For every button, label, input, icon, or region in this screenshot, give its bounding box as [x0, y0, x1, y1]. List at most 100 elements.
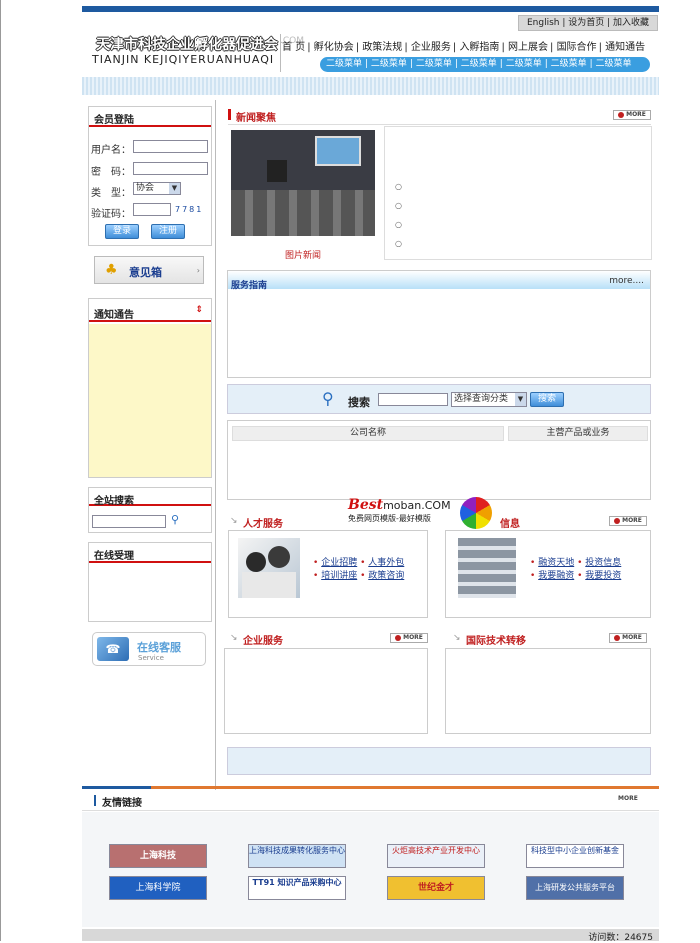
company-search-button[interactable]: 搜索: [530, 392, 564, 407]
links-more-button[interactable]: MORE: [618, 795, 638, 802]
talent-link[interactable]: 政策咨询: [368, 571, 404, 581]
notices-content: [89, 324, 211, 477]
finance-link[interactable]: 投资信息: [585, 558, 621, 568]
link-logo[interactable]: 世纪金才: [387, 876, 485, 900]
finance-photo[interactable]: [458, 538, 516, 598]
nav-item-expo[interactable]: 网上展会: [508, 42, 548, 53]
enterprise-panel: [224, 648, 428, 734]
password-input[interactable]: [133, 162, 208, 175]
link-logo[interactable]: 科技型中小企业创新基金: [526, 844, 624, 868]
type-select[interactable]: 协会 ▼: [133, 182, 181, 195]
news-more-button[interactable]: MORE: [613, 110, 651, 120]
table-header-product: 主营产品或业务: [508, 426, 648, 441]
finance-link[interactable]: 我要融资: [538, 571, 574, 581]
type-label: 类 型：: [91, 188, 131, 199]
more-dot-icon: [614, 634, 621, 641]
nav-item-policy[interactable]: 政策法规: [362, 42, 402, 53]
left-page-edge: [0, 0, 1, 941]
rainbow-circle-icon: [460, 497, 492, 529]
news-divider: [228, 124, 651, 125]
link-logo[interactable]: 上海科技: [109, 844, 207, 868]
subnav-item[interactable]: 二级菜单: [551, 59, 587, 69]
subnav-item[interactable]: 二级菜单: [416, 59, 452, 69]
nav-item-enterprise[interactable]: 企业服务: [411, 42, 451, 53]
link-logo[interactable]: 火炬高技术产业开发中心: [387, 844, 485, 868]
finance-link[interactable]: 融资天地: [538, 558, 574, 568]
subnav-item[interactable]: 二级菜单: [596, 59, 632, 69]
company-search-input[interactable]: [378, 393, 448, 406]
intl-more-button[interactable]: MORE: [609, 633, 647, 643]
login-title: 会员登陆: [94, 115, 134, 126]
site-search-title: 全站搜索: [94, 496, 134, 507]
online-accept-panel: 在线受理: [88, 542, 212, 622]
links-title: 友情链接: [102, 798, 142, 809]
talent-link[interactable]: 培训讲座: [321, 571, 357, 581]
link-logo[interactable]: 上海研发公共服务平台: [526, 876, 624, 900]
nav-item-notice[interactable]: 通知通告: [605, 42, 645, 53]
category-select-value: 选择查询分类: [454, 394, 509, 404]
link-logo[interactable]: 上海科学院: [109, 876, 207, 900]
talent-links: • 企业招聘 • 人事外包 • 培训讲座 • 政策咨询: [313, 555, 423, 581]
news-more-label: MORE: [626, 111, 646, 118]
talent-link[interactable]: 人事外包: [368, 558, 404, 568]
enterprise-more-label: MORE: [403, 634, 423, 641]
link-logo[interactable]: 上海科技成果转化服务中心: [248, 844, 346, 868]
links-title-marker: [94, 795, 96, 806]
nav-item-intl[interactable]: 国际合作: [557, 42, 597, 53]
finance-title: 信息: [500, 519, 520, 530]
bullet-icon: •: [577, 558, 583, 568]
bullet-icon: •: [360, 558, 366, 568]
suggestion-box-label: 意见箱: [129, 266, 162, 279]
bullet-icon: •: [313, 558, 319, 568]
chevron-right-icon: ›: [196, 266, 200, 275]
chevron-down-icon[interactable]: ▼: [515, 393, 526, 406]
captcha-image[interactable]: 7781: [175, 205, 203, 214]
search-icon[interactable]: ⚲: [171, 513, 179, 526]
login-button[interactable]: 登录: [105, 224, 139, 239]
links-divider: [82, 810, 659, 811]
enterprise-more-button[interactable]: MORE: [390, 633, 428, 643]
captcha-input[interactable]: [133, 203, 171, 216]
category-select[interactable]: 选择查询分类 ▼: [451, 392, 527, 407]
nav-item-guide[interactable]: 入孵指南: [459, 42, 499, 53]
arrow-icon: ↘: [230, 516, 238, 526]
watermark-brand1: Best: [348, 497, 384, 513]
finance-link[interactable]: 我要投资: [585, 571, 621, 581]
username-input[interactable]: [133, 140, 208, 153]
register-button[interactable]: 注册: [151, 224, 185, 239]
photo-audience: [231, 190, 375, 236]
type-select-value: 协会: [136, 183, 155, 193]
watermark-logo: Bestmoban.COM 免费网页模版-最好模版: [348, 497, 498, 529]
finance-links: • 融资天地 • 投资信息 • 我要融资 • 我要投资: [530, 555, 646, 581]
site-search-input[interactable]: [92, 515, 166, 528]
service-guide-title: 服务指南: [231, 281, 268, 291]
link-logo[interactable]: TT91 知识产品采购中心: [248, 876, 346, 900]
nav-item-association[interactable]: 孵化协会: [314, 42, 354, 53]
top-bar: [82, 6, 659, 12]
subnav-item[interactable]: 二级菜单: [326, 59, 362, 69]
service-guide-more[interactable]: more....: [609, 276, 644, 286]
logo-english: TIANJIN KEJIQIYERUANHUAQI: [92, 53, 275, 66]
links-area: [82, 812, 659, 927]
online-accept-title: 在线受理: [94, 551, 134, 562]
online-service-button[interactable]: ☎ 在线客服 Service: [92, 632, 206, 666]
top-links[interactable]: English | 设为首页 | 加入收藏: [518, 15, 658, 31]
refresh-icon[interactable]: ⇕: [195, 305, 203, 315]
service-guide-header: 服务指南 more....: [228, 271, 650, 291]
subnav-item[interactable]: 二级菜单: [461, 59, 497, 69]
site-logo[interactable]: 天津市科技企业孵化器促进会: [96, 34, 278, 54]
photo-news-caption[interactable]: 图片新闻: [285, 248, 321, 261]
more-dot-icon: [395, 634, 402, 641]
finance-more-button[interactable]: MORE: [609, 516, 647, 526]
photo-person: [268, 546, 290, 568]
talent-photo[interactable]: [238, 538, 300, 598]
subnav-item[interactable]: 二级菜单: [371, 59, 407, 69]
suggestion-box-button[interactable]: ♣ 意见箱 ›: [94, 256, 204, 284]
more-dot-icon: [614, 517, 621, 524]
news-photo[interactable]: [231, 130, 375, 236]
chevron-down-icon[interactable]: ▼: [169, 183, 180, 194]
subnav-item[interactable]: 二级菜单: [506, 59, 542, 69]
nav-item-home[interactable]: 首 页: [282, 42, 305, 53]
intl-title: 国际技术转移: [466, 636, 526, 647]
talent-link[interactable]: 企业招聘: [321, 558, 357, 568]
